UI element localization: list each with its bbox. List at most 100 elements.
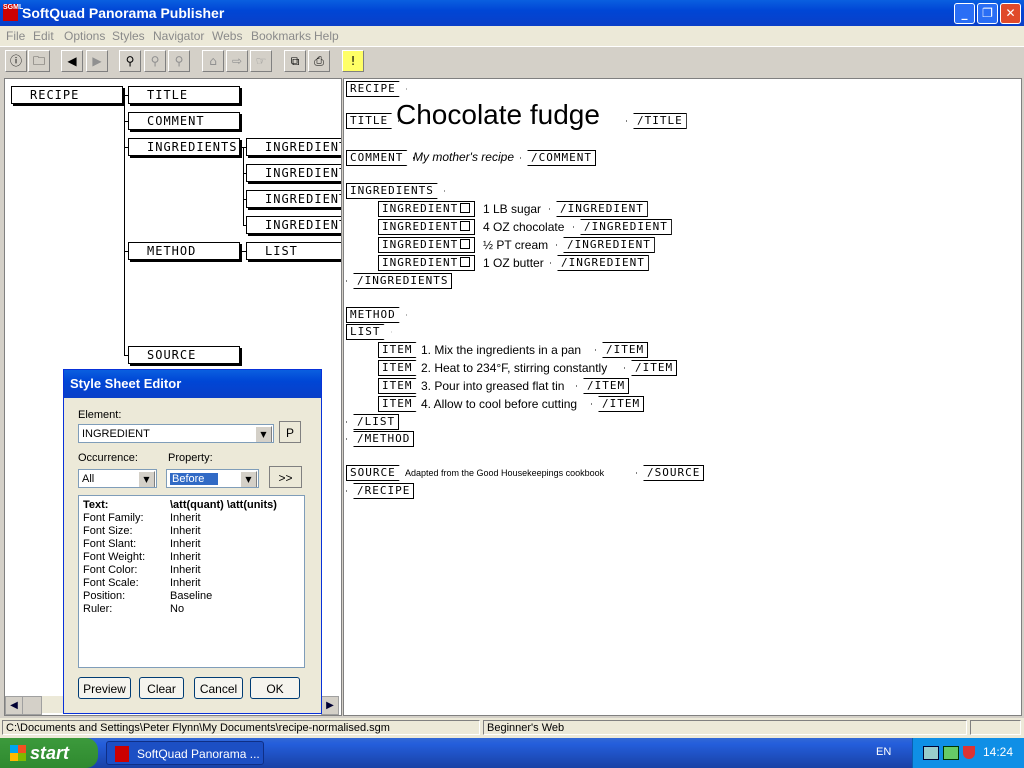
tag-method-open[interactable]: METHOD [346, 307, 407, 323]
tag-recipe-close[interactable]: /RECIPE [346, 483, 415, 499]
ok-button[interactable]: OK [250, 677, 300, 699]
tag-method-close[interactable]: /METHOD [346, 431, 415, 447]
tag-comment-close[interactable]: /COMMENT [520, 150, 596, 166]
menu-edit[interactable]: Edit [33, 29, 54, 43]
menu-help[interactable]: Help [314, 29, 339, 43]
minimize-button[interactable]: _ [954, 3, 975, 24]
scroll-right-icon[interactable]: ▶ [321, 696, 339, 715]
p-button[interactable]: P [279, 421, 301, 443]
tag-item-close[interactable]: /ITEM [624, 360, 678, 376]
tag-item-open[interactable]: ITEM [378, 342, 424, 358]
attribute-box-icon[interactable] [460, 257, 471, 267]
tree-node-comment[interactable]: COMMENT [128, 112, 240, 130]
tag-ingredients-close[interactable]: /INGREDIENTS [346, 273, 453, 289]
tree-node-ingredient-3[interactable]: INGREDIENT [246, 190, 341, 208]
status-file-path: C:\Documents and Settings\Peter Flynn\My… [2, 720, 480, 735]
menu-options[interactable]: Options [64, 29, 105, 43]
tag-item-open[interactable]: ITEM [378, 360, 424, 376]
tree-node-recipe[interactable]: RECIPE [11, 86, 123, 104]
tag-ingredient-close[interactable]: /INGREDIENT [556, 237, 655, 253]
hand-icon[interactable]: ☞ [250, 50, 272, 72]
close-button[interactable]: ✕ [1000, 3, 1021, 24]
binoculars-icon[interactable]: ⚲ [119, 50, 141, 72]
clock[interactable]: 14:24 [983, 745, 1013, 759]
taskbar-item-panorama[interactable]: SoftQuad Panorama ... [106, 741, 264, 765]
tree-node-list[interactable]: LIST [246, 242, 341, 260]
tag-ingredient-open[interactable]: INGREDIENT [378, 201, 476, 217]
tag-source-close[interactable]: /SOURCE [636, 465, 705, 481]
more-button[interactable]: >> [269, 466, 302, 488]
tree-node-method[interactable]: METHOD [128, 242, 240, 260]
tag-ingredient-close[interactable]: /INGREDIENT [573, 219, 672, 235]
menu-navigator[interactable]: Navigator [153, 29, 204, 43]
tree-node-ingredient-2[interactable]: INGREDIENT [246, 164, 341, 182]
language-indicator[interactable]: EN [876, 746, 891, 758]
tag-ingredient-open[interactable]: INGREDIENT [378, 237, 476, 253]
tag-ingredients-open[interactable]: INGREDIENTS [346, 183, 445, 199]
find-prev-icon[interactable]: ⚲ [168, 50, 190, 72]
scroll-thumb[interactable] [22, 696, 42, 715]
tag-item-open[interactable]: ITEM [378, 378, 424, 394]
tag-title-open[interactable]: TITLE [346, 113, 399, 129]
cancel-button[interactable]: Cancel [194, 677, 243, 699]
print-icon[interactable]: ⎙ [308, 50, 330, 72]
copy-icon[interactable]: ⧉ [284, 50, 306, 72]
tag-list-open[interactable]: LIST [346, 324, 392, 340]
find-next-icon[interactable]: ⚲ [144, 50, 166, 72]
tree-node-title[interactable]: TITLE [128, 86, 240, 104]
tree-node-ingredient-1[interactable]: INGREDIENT [246, 138, 341, 156]
attribute-box-icon[interactable] [460, 203, 471, 213]
property-key: Font Weight: [83, 551, 146, 563]
menu-file[interactable]: File [6, 29, 25, 43]
tag-item-open[interactable]: ITEM [378, 396, 424, 412]
clear-button[interactable]: Clear [139, 677, 184, 699]
property-value: Inherit [170, 538, 201, 550]
restore-button[interactable]: ❐ [977, 3, 998, 24]
element-select[interactable]: INGREDIENT ▼ [78, 424, 274, 443]
open-folder-icon[interactable]: 🗀 [28, 50, 50, 72]
tag-list-close[interactable]: /LIST [346, 414, 400, 430]
link-icon[interactable]: ⌂ [202, 50, 224, 72]
chevron-down-icon[interactable]: ▼ [240, 471, 257, 487]
tag-source-open[interactable]: SOURCE [346, 465, 407, 481]
tag-ingredient-close[interactable]: /INGREDIENT [550, 255, 649, 271]
shield-icon[interactable] [963, 746, 975, 759]
menu-webs[interactable]: Webs [212, 29, 242, 43]
tip-icon[interactable]: ! [342, 50, 364, 72]
chevron-down-icon[interactable]: ▼ [255, 426, 272, 442]
occurrence-select[interactable]: All ▼ [78, 469, 157, 488]
chevron-down-icon[interactable]: ▼ [138, 471, 155, 487]
tag-comment-open[interactable]: COMMENT [346, 150, 414, 166]
tag-item-close[interactable]: /ITEM [591, 396, 645, 412]
tree-connector [124, 95, 125, 355]
sync-icon[interactable] [943, 746, 959, 760]
info-icon[interactable]: ⓘ [5, 50, 27, 72]
link-out-icon[interactable]: ⇨ [226, 50, 248, 72]
tag-item-close[interactable]: /ITEM [576, 378, 630, 394]
attribute-box-icon[interactable] [460, 239, 471, 249]
tag-item-close[interactable]: /ITEM [595, 342, 649, 358]
tag-ingredient-open[interactable]: INGREDIENT [378, 255, 476, 271]
menu-styles[interactable]: Styles [112, 29, 145, 43]
tree-node-ingredients[interactable]: INGREDIENTS [128, 138, 240, 156]
scroll-left-icon[interactable]: ◀ [5, 696, 23, 715]
property-label: Property: [168, 452, 213, 464]
property-list[interactable]: Text: \att(quant) \att(units) Font Famil… [78, 495, 305, 668]
menu-bookmarks[interactable]: Bookmarks [251, 29, 311, 43]
back-icon[interactable]: ◀ [61, 50, 83, 72]
tree-node-source[interactable]: SOURCE [128, 346, 240, 364]
tag-label: INGREDIENT [382, 202, 459, 215]
forward-icon[interactable]: ▶ [86, 50, 108, 72]
document-view-pane[interactable]: RECIPE TITLE Chocolate fudge /TITLE COMM… [343, 78, 1022, 716]
property-select-value: Before [170, 473, 219, 485]
tag-ingredient-open[interactable]: INGREDIENT [378, 219, 476, 235]
attribute-box-icon[interactable] [460, 221, 471, 231]
preview-button[interactable]: Preview [78, 677, 131, 699]
property-select[interactable]: Before ▼ [166, 469, 259, 488]
tag-ingredient-close[interactable]: /INGREDIENT [549, 201, 648, 217]
tag-recipe-open[interactable]: RECIPE [346, 81, 407, 97]
tag-title-close[interactable]: /TITLE [626, 113, 687, 129]
tree-node-ingredient-4[interactable]: INGREDIENT [246, 216, 341, 234]
network-icon[interactable] [923, 746, 939, 760]
start-button[interactable]: start [0, 738, 98, 768]
